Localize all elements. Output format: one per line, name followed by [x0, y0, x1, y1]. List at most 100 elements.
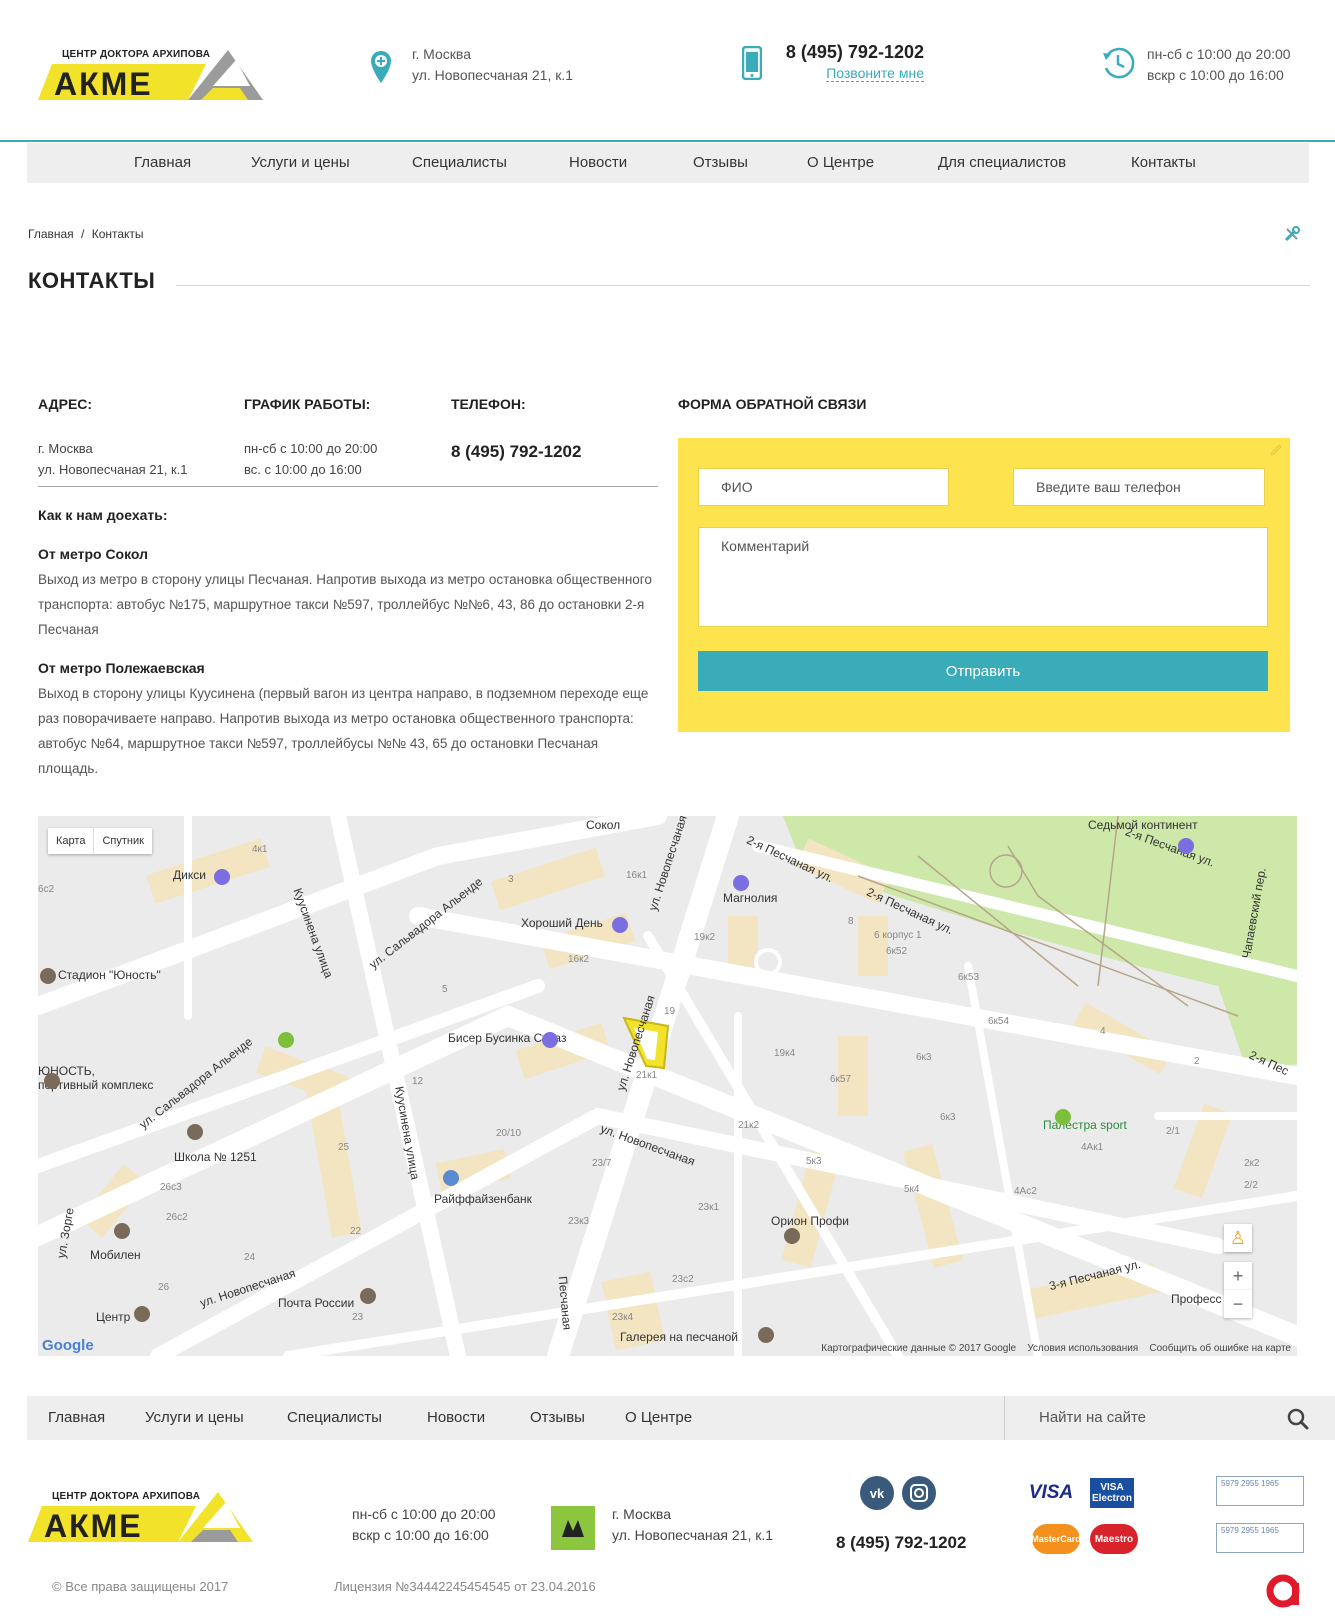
map-label-sokol[interactable]: Сокол: [586, 818, 620, 832]
submit-button[interactable]: Отправить: [698, 651, 1268, 691]
footer-phone[interactable]: 8 (495) 792-1202: [836, 1533, 966, 1553]
house-number: 6с2: [38, 884, 55, 895]
nav-item-for-specialists[interactable]: Для специалистов: [938, 143, 1066, 183]
house-number: 25: [338, 1142, 350, 1153]
breadcrumb-separator: /: [81, 227, 85, 241]
zoom-in-button[interactable]: +: [1224, 1262, 1252, 1290]
shop-pin-icon[interactable]: [1178, 838, 1194, 854]
footer-nav-specialists[interactable]: Специалисты: [287, 1396, 382, 1440]
footer-nav-reviews[interactable]: Отзывы: [530, 1396, 585, 1440]
house-number: 2к2: [1244, 1158, 1260, 1169]
map-label-shkola[interactable]: Школа № 1251: [174, 1150, 257, 1164]
footer-nav-about[interactable]: О Центре: [625, 1396, 692, 1440]
shop-pin-icon[interactable]: [114, 1223, 130, 1239]
search-input[interactable]: Найти на сайте: [1039, 1396, 1146, 1440]
footer-nav-services[interactable]: Услуги и цены: [145, 1396, 244, 1440]
google-logo[interactable]: Google: [42, 1337, 94, 1354]
shop-pin-icon[interactable]: [214, 869, 230, 885]
nav-item-about[interactable]: О Центре: [807, 143, 874, 183]
metro-icon: [551, 1506, 595, 1550]
gallery-pin-icon[interactable]: [758, 1327, 774, 1343]
nav-item-services[interactable]: Услуги и цены: [251, 143, 350, 183]
house-number: 5к3: [806, 1156, 822, 1167]
shop-pin-icon[interactable]: [612, 917, 628, 933]
nav-item-news[interactable]: Новости: [569, 143, 627, 183]
address-city: г. Москва: [38, 441, 93, 456]
house-number: 6к57: [830, 1074, 852, 1085]
map-label-galereya[interactable]: Галерея на песчаной: [620, 1330, 738, 1344]
street-view-pegman-icon[interactable]: ♙: [1224, 1224, 1252, 1252]
map-type-satellite[interactable]: Спутник: [93, 828, 151, 854]
footer-logo-word: АКМЕ: [44, 1508, 143, 1544]
shop-pin-icon[interactable]: [733, 875, 749, 891]
building-pin-icon[interactable]: [784, 1228, 800, 1244]
header-phone[interactable]: 8 (495) 792-1202: [776, 42, 924, 63]
house-number: 4Ас2: [1014, 1186, 1037, 1197]
map-type-toggle: Карта Спутник: [48, 828, 152, 854]
map-label-diksi[interactable]: Дикси: [173, 868, 206, 882]
map-label-profess[interactable]: Професс: [1171, 1292, 1222, 1306]
house-number: 21к2: [738, 1120, 760, 1131]
liveinternet-counter-1[interactable]: 5979 2955 1965: [1216, 1476, 1304, 1506]
footer-logo[interactable]: ЦЕНТР ДОКТОРА АРХИПОВА АКМЕ: [28, 1484, 253, 1552]
map-label-pochta[interactable]: Почта России: [278, 1296, 354, 1310]
tools-icon[interactable]: [1283, 225, 1301, 243]
map-label-khoroshiy[interactable]: Хороший День: [521, 916, 603, 930]
nav-item-home[interactable]: Главная: [134, 143, 191, 183]
map-label-tsentr[interactable]: Центр: [96, 1310, 130, 1324]
footer-nav-news[interactable]: Новости: [427, 1396, 485, 1440]
call-me-link[interactable]: Позвоните мне: [826, 65, 924, 82]
visa-electron-top: VISA: [1100, 1482, 1124, 1493]
map-terms-link[interactable]: Условия использования: [1027, 1343, 1138, 1354]
sport-complex-pin-icon[interactable]: [44, 1073, 60, 1089]
map-report-link[interactable]: Сообщить об ошибке на карте: [1149, 1343, 1291, 1354]
footer-search[interactable]: Найти на сайте: [1004, 1396, 1335, 1440]
liveinternet-counter-2[interactable]: 5979 2955 1965: [1216, 1523, 1304, 1553]
logo-word: АКМЕ: [54, 66, 153, 102]
instagram-icon[interactable]: [902, 1476, 936, 1510]
nav-item-specialists[interactable]: Специалисты: [412, 143, 507, 183]
map-label-mobilen[interactable]: Мобилен: [90, 1248, 141, 1262]
map-type-map[interactable]: Карта: [48, 828, 93, 854]
breadcrumb: Главная / Контакты: [28, 227, 148, 241]
shop-pin-icon[interactable]: [542, 1032, 558, 1048]
house-number: 4к1: [252, 844, 268, 855]
museum-pin-icon[interactable]: [134, 1306, 150, 1322]
google-map[interactable]: Карта Спутник Сокол Седьмой континент Ди…: [38, 816, 1297, 1356]
nav-item-reviews[interactable]: Отзывы: [693, 143, 748, 183]
feedback-form: ФИО Введите ваш телефон Комментарий Отпр…: [678, 438, 1290, 732]
house-number: 6к54: [988, 1016, 1010, 1027]
visa-electron-bottom: Electron: [1091, 1493, 1132, 1504]
map-label-stadion[interactable]: Стадион "Юность": [58, 968, 161, 982]
contact-phone[interactable]: 8 (495) 792-1202: [451, 442, 581, 462]
phone-heading: ТЕЛЕФОН:: [451, 396, 526, 412]
license-text: Лицензия №34442245454545 от 23.04.2016: [334, 1579, 596, 1594]
park-pin-icon[interactable]: [278, 1032, 294, 1048]
breadcrumb-home[interactable]: Главная: [28, 227, 74, 241]
route-polezhaevskaya-heading: От метро Полежаевская: [38, 660, 205, 676]
school-pin-icon[interactable]: [187, 1124, 203, 1140]
stadium-pin-icon[interactable]: [40, 968, 56, 984]
footer-nav-home[interactable]: Главная: [48, 1396, 105, 1440]
accell-logo-icon[interactable]: [1266, 1569, 1306, 1609]
address-text: г. Москва ул. Новопесчаная 21, к.1: [38, 438, 188, 480]
search-icon[interactable]: [1287, 1408, 1309, 1430]
nav-item-contacts[interactable]: Контакты: [1131, 143, 1196, 183]
map-label-orion[interactable]: Орион Профи: [771, 1214, 849, 1228]
footer-hours-sunday: вскр с 10:00 до 16:00: [352, 1527, 489, 1543]
zoom-out-button[interactable]: −: [1224, 1290, 1252, 1318]
vk-icon[interactable]: vk: [860, 1476, 894, 1510]
header-hours: пн-сб с 10:00 до 20:00 вскр с 10:00 до 1…: [1147, 44, 1291, 86]
map-label-raiffeisen[interactable]: Райффайзенбанк: [434, 1192, 532, 1206]
map-label-magnolia[interactable]: Магнолия: [723, 891, 777, 905]
bank-pin-icon[interactable]: [443, 1170, 459, 1186]
name-input[interactable]: ФИО: [698, 468, 949, 506]
post-pin-icon[interactable]: [360, 1288, 376, 1304]
sport-pin-icon[interactable]: [1055, 1109, 1071, 1125]
site-logo[interactable]: ЦЕНТР ДОКТОРА АРХИПОВА АКМЕ: [38, 42, 263, 110]
comment-textarea[interactable]: Комментарий: [698, 527, 1268, 627]
copyright-text: © Все права защищены 2017: [52, 1579, 229, 1594]
house-number: 6к3: [916, 1052, 932, 1063]
schedule-heading: ГРАФИК РАБОТЫ:: [244, 396, 371, 412]
phone-input[interactable]: Введите ваш телефон: [1013, 468, 1265, 506]
